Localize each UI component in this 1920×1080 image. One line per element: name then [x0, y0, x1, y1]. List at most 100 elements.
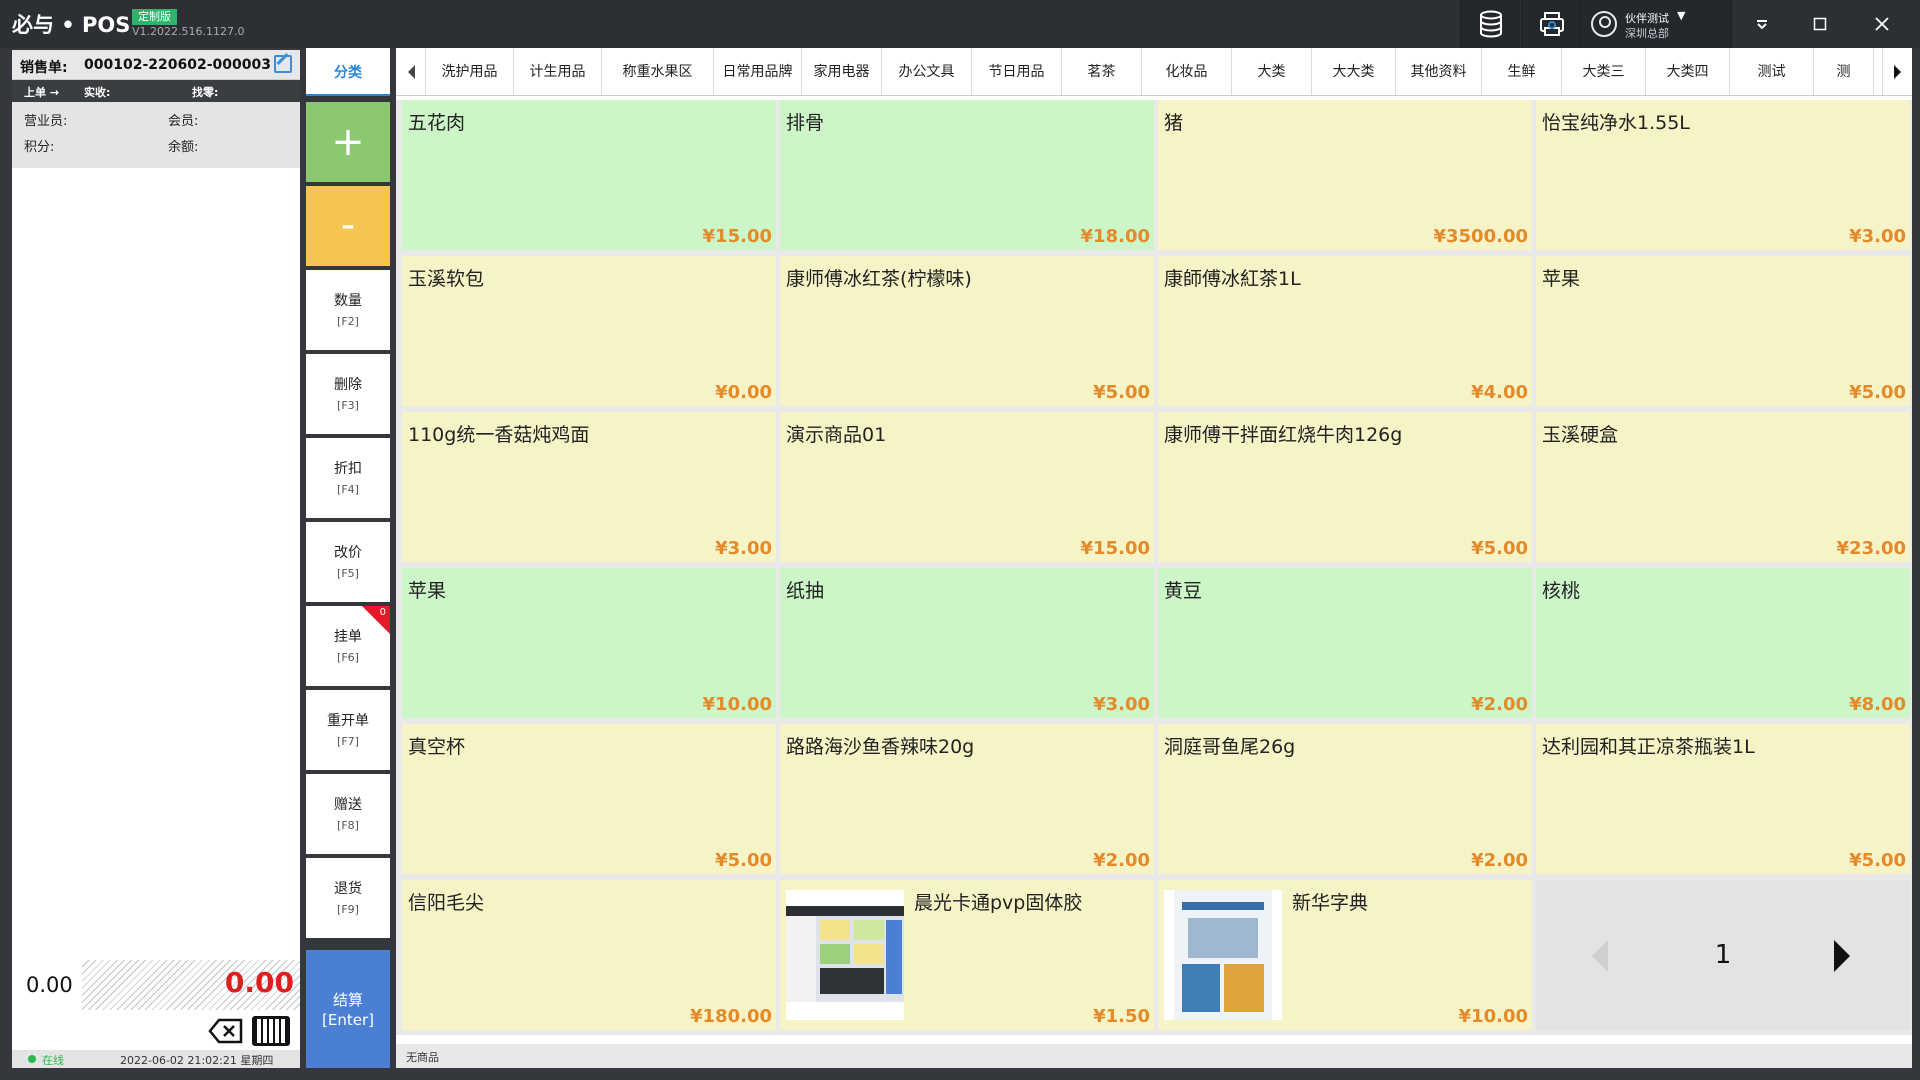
backspace-icon[interactable]: [208, 1018, 244, 1044]
quantity-button[interactable]: 数量 [F2]: [306, 270, 390, 350]
category-tab[interactable]: 大大类: [1312, 48, 1396, 95]
category-tab[interactable]: 办公文具: [882, 48, 972, 95]
product-price: ¥3500.00: [1433, 226, 1528, 247]
product-tile[interactable]: 达利园和其正凉茶瓶装1L ¥5.00: [1536, 724, 1910, 874]
edition-badge: 定制版: [132, 9, 177, 25]
category-tab[interactable]: 大类: [1232, 48, 1312, 95]
product-tile[interactable]: 玉溪软包 ¥0.00: [402, 256, 776, 406]
change-price-button[interactable]: 改价 [F5]: [306, 522, 390, 602]
printer-settings-icon: [1539, 12, 1564, 36]
keyboard-icon[interactable]: [252, 1016, 290, 1046]
change-price-button-key: [F5]: [337, 567, 359, 580]
maximize-icon: [1813, 17, 1827, 31]
delete-button-key: [F3]: [337, 399, 359, 412]
category-tab[interactable]: 测试: [1730, 48, 1814, 95]
product-name: 黄豆: [1164, 580, 1203, 602]
category-tab[interactable]: 测: [1814, 48, 1874, 95]
gift-button[interactable]: 赠送 [F8]: [306, 774, 390, 854]
product-tile[interactable]: 怡宝纯净水1.55L ¥3.00: [1536, 100, 1910, 250]
product-price: ¥3.00: [1849, 226, 1906, 247]
category-tab[interactable]: 生鲜: [1482, 48, 1562, 95]
product-tile[interactable]: 核桃 ¥8.00: [1536, 568, 1910, 718]
category-next-button[interactable]: [1882, 48, 1912, 95]
increase-button[interactable]: +: [306, 102, 390, 182]
category-tab[interactable]: 大类三: [1562, 48, 1646, 95]
page-number: 1: [1714, 940, 1732, 970]
dropdown-button[interactable]: [1734, 0, 1790, 48]
product-price: ¥5.00: [1471, 538, 1528, 559]
product-tile[interactable]: 110g统一香菇炖鸡面 ¥3.00: [402, 412, 776, 562]
product-tile[interactable]: 苹果 ¥5.00: [1536, 256, 1910, 406]
category-tab[interactable]: 家用电器: [802, 48, 882, 95]
product-name: 五花肉: [408, 112, 466, 134]
hold-order-button-label: 挂单: [334, 629, 362, 645]
category-tab[interactable]: 日常用品牌: [714, 48, 802, 95]
product-name: 110g统一香菇炖鸡面: [408, 424, 590, 446]
close-button[interactable]: [1854, 0, 1910, 48]
category-tab[interactable]: 洗护用品: [426, 48, 514, 95]
product-tile[interactable]: 路路海沙鱼香辣味20g ¥2.00: [780, 724, 1154, 874]
product-tile[interactable]: 康師傅冰紅茶1L ¥4.00: [1158, 256, 1532, 406]
user-department: 深圳总部: [1625, 27, 1669, 40]
database-button[interactable]: [1460, 0, 1520, 48]
product-name: 纸抽: [786, 580, 825, 602]
product-grid: 五花肉 ¥15.00 排骨 ¥18.00 猪 ¥3500.00 怡宝纯净水1.55L ¥3.0…: [396, 100, 1912, 1035]
category-tab[interactable]: 称重水果区: [602, 48, 714, 95]
return-button-key: [F9]: [337, 903, 359, 916]
product-tile[interactable]: 晨光卡通pvp固体胶 ¥1.50: [780, 880, 1154, 1030]
product-tile[interactable]: 玉溪硬盒 ¥23.00: [1536, 412, 1910, 562]
category-tab[interactable]: 其他资料: [1396, 48, 1482, 95]
product-price: ¥5.00: [1093, 382, 1150, 403]
printer-settings-button[interactable]: [1521, 0, 1581, 48]
order-panel: 销售单: 000102-220602-000003 上单 → 实收: 找零: 营…: [12, 50, 300, 1068]
online-status: 在线: [42, 1054, 64, 1067]
product-tile[interactable]: 纸抽 ¥3.00: [780, 568, 1154, 718]
maximize-button[interactable]: [1792, 0, 1848, 48]
product-tile[interactable]: 真空杯 ¥5.00: [402, 724, 776, 874]
product-price: ¥5.00: [1849, 850, 1906, 871]
settle-button[interactable]: 结算 [Enter]: [306, 950, 390, 1068]
product-tile[interactable]: 五花肉 ¥15.00: [402, 100, 776, 250]
category-prev-button[interactable]: [396, 48, 426, 95]
reopen-order-button[interactable]: 重开单 [F7]: [306, 690, 390, 770]
hold-count: 0: [379, 607, 386, 618]
pos-app: 必与 • POS 定制版 V1.2022.516.1127.0 伙伴测试 ▼ 深…: [0, 0, 1920, 1080]
category-tab[interactable]: 计生用品: [514, 48, 602, 95]
return-button[interactable]: 退货 [F9]: [306, 858, 390, 938]
category-tab[interactable]: 大类四: [1646, 48, 1730, 95]
category-tab[interactable]: 化妆品: [1142, 48, 1232, 95]
quantity-button-label: 数量: [334, 293, 362, 309]
edit-icon[interactable]: [274, 55, 292, 73]
prev-order-link[interactable]: 上单 →: [24, 84, 59, 100]
product-price: ¥23.00: [1836, 538, 1906, 559]
product-image-icon: [786, 906, 904, 1002]
product-tile[interactable]: 黄豆 ¥2.00: [1158, 568, 1532, 718]
product-tile[interactable]: 新华字典 ¥10.00: [1158, 880, 1532, 1030]
clerk-label: 营业员:: [24, 114, 68, 129]
product-tile[interactable]: 康师傅干拌面红烧牛肉126g ¥5.00: [1158, 412, 1532, 562]
hold-order-button[interactable]: 0 挂单 [F6]: [306, 606, 390, 686]
category-bar: 洗护用品 计生用品 称重水果区 日常用品牌 家用电器 办公文具 节日用品 茗茶 化妆品 大类 大大类…: [396, 48, 1912, 96]
decrease-button[interactable]: -: [306, 186, 390, 266]
delete-button[interactable]: 删除 [F3]: [306, 354, 390, 434]
product-tile[interactable]: 信阳毛尖 ¥180.00: [402, 880, 776, 1030]
app-version: V1.2022.516.1127.0: [132, 25, 245, 38]
product-tile[interactable]: 演示商品01 ¥15.00: [780, 412, 1154, 562]
product-name: 演示商品01: [786, 424, 887, 446]
discount-button[interactable]: 折扣 [F4]: [306, 438, 390, 518]
category-tab[interactable]: 茗茶: [1062, 48, 1142, 95]
product-tile[interactable]: 猪 ¥3500.00: [1158, 100, 1532, 250]
product-price: ¥2.00: [1471, 694, 1528, 715]
product-name: 信阳毛尖: [408, 892, 485, 914]
product-tile[interactable]: 苹果 ¥10.00: [402, 568, 776, 718]
product-tile[interactable]: 洞庭哥鱼尾26g ¥2.00: [1158, 724, 1532, 874]
user-menu[interactable]: 伙伴测试 ▼ 深圳总部: [1580, 0, 1732, 48]
product-thumbnail: [786, 890, 904, 1020]
datetime: 2022-06-02 21:02:21 星期四: [120, 1054, 274, 1067]
product-name: 猪: [1164, 112, 1184, 134]
category-tab[interactable]: 节日用品: [972, 48, 1062, 95]
category-button[interactable]: 分类: [306, 48, 390, 96]
product-tile[interactable]: 排骨 ¥18.00: [780, 100, 1154, 250]
page-next-icon[interactable]: [1834, 940, 1850, 972]
product-tile[interactable]: 康师傅冰红茶(柠檬味) ¥5.00: [780, 256, 1154, 406]
